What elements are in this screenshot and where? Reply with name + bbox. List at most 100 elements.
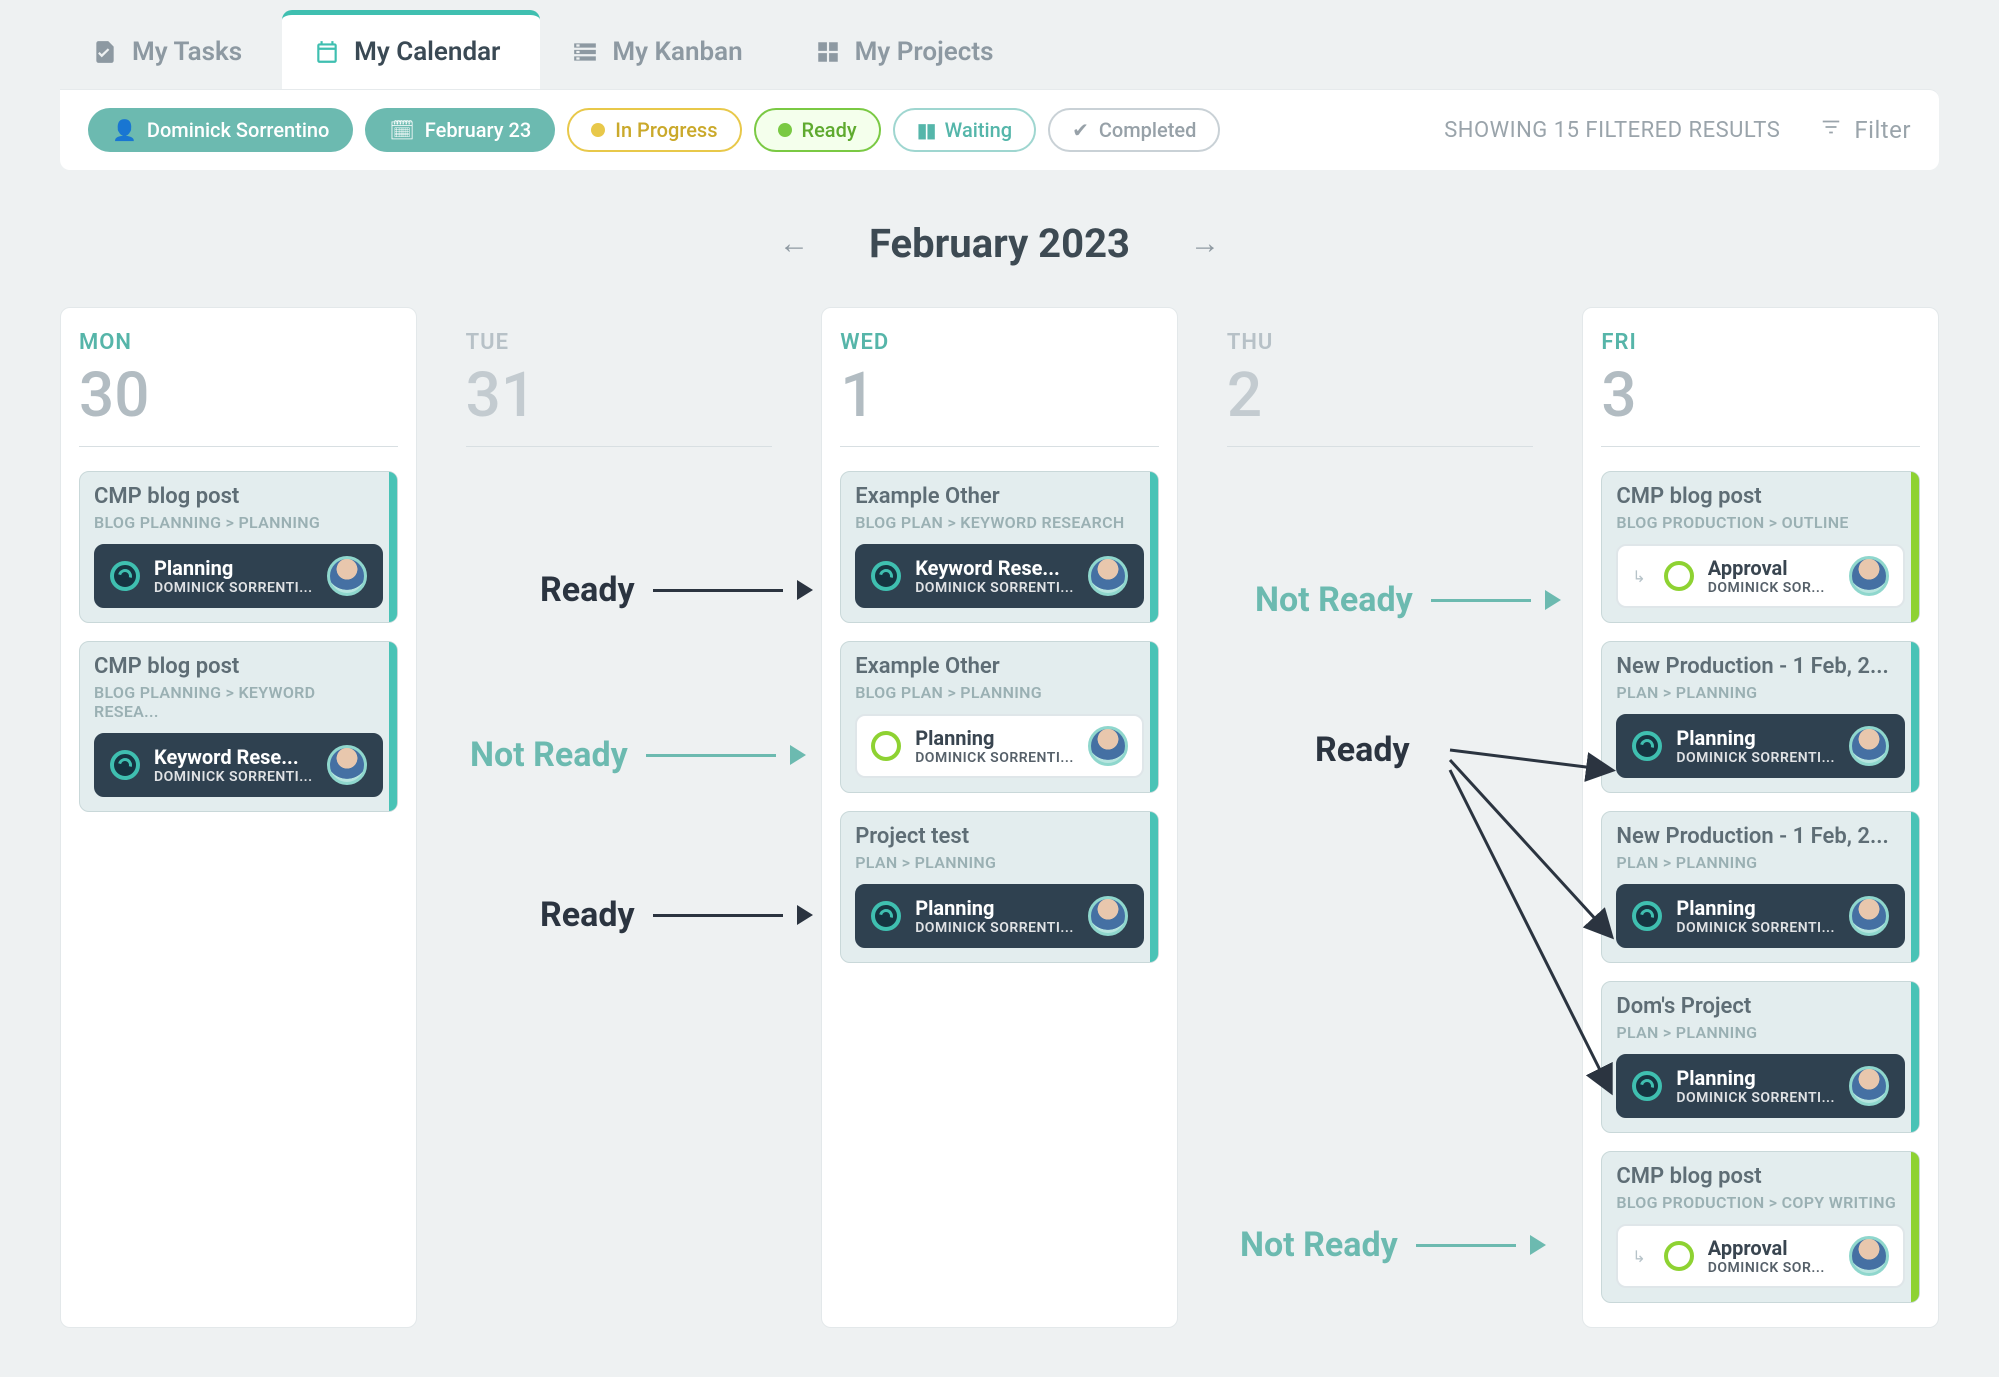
card-breadcrumb: BLOG PLAN > KEYWORD RESEARCH — [855, 513, 1144, 532]
task-card[interactable]: Example Other BLOG PLAN > KEYWORD RESEAR… — [840, 471, 1159, 623]
in-progress-icon — [1632, 731, 1662, 761]
avatar — [1849, 1066, 1889, 1106]
dow-label: WED — [840, 330, 1159, 355]
task-card[interactable]: CMP blog post BLOG PLANNING > KEYWORD RE… — [79, 641, 398, 812]
filter-chip-ready[interactable]: Ready — [754, 108, 881, 152]
filter-chip-date[interactable]: 🗓 February 23 — [365, 108, 555, 152]
task-card[interactable]: CMP blog post BLOG PLANNING > PLANNING P… — [79, 471, 398, 623]
dow-label: TUE — [466, 330, 773, 355]
calendar-small-icon: 🗓 — [389, 118, 414, 142]
day-number: 30 — [79, 359, 398, 432]
results-summary: SHOWING 15 FILTERED RESULTS — [1444, 118, 1780, 143]
task-pill[interactable]: Planning DOMINICK SORRENTI... — [855, 714, 1144, 778]
avatar — [327, 745, 367, 785]
person-icon: 👤 — [112, 118, 137, 142]
card-stripe — [389, 642, 397, 811]
task-pill[interactable]: ↳ Approval DOMINICK SOR... — [1616, 1224, 1905, 1288]
task-owner: DOMINICK SOR... — [1708, 580, 1835, 596]
status-dot-icon — [778, 123, 792, 137]
card-breadcrumb: PLAN > PLANNING — [1616, 683, 1905, 702]
task-card[interactable]: Example Other BLOG PLAN > PLANNING Plann… — [840, 641, 1159, 793]
avatar — [1088, 726, 1128, 766]
card-title: CMP blog post — [94, 484, 383, 509]
filter-chip-waiting[interactable]: ▮▮ Waiting — [893, 108, 1036, 152]
tab-label: My Tasks — [132, 37, 242, 67]
card-breadcrumb: BLOG PRODUCTION > COPY WRITING — [1616, 1193, 1905, 1212]
card-breadcrumb: BLOG PLANNING > KEYWORD RESEA... — [94, 683, 383, 721]
task-owner: DOMINICK SORRENTI... — [154, 769, 313, 785]
subtask-arrow-icon: ↳ — [1632, 567, 1645, 586]
in-progress-icon — [110, 750, 140, 780]
task-name: Planning — [1676, 1066, 1835, 1090]
task-name: Planning — [915, 896, 1074, 920]
task-card[interactable]: New Production - 1 Feb, 2... PLAN > PLAN… — [1601, 641, 1920, 793]
tab-kanban[interactable]: My Kanban — [540, 10, 782, 89]
divider — [840, 446, 1159, 447]
tab-projects[interactable]: My Projects — [783, 10, 1034, 89]
task-card[interactable]: CMP blog post BLOG PRODUCTION > OUTLINE … — [1601, 471, 1920, 623]
filter-icon — [1820, 116, 1842, 144]
filter-chip-person[interactable]: 👤 Dominick Sorrentino — [88, 108, 353, 152]
task-pill[interactable]: Keyword Rese... DOMINICK SORRENTI... — [855, 544, 1144, 608]
avatar — [1849, 1236, 1889, 1276]
task-name: Keyword Rese... — [154, 745, 313, 769]
dow-label: MON — [79, 330, 398, 355]
in-progress-icon — [1632, 1071, 1662, 1101]
in-progress-icon — [1632, 901, 1662, 931]
card-breadcrumb: PLAN > PLANNING — [1616, 1023, 1905, 1042]
avatar — [1849, 556, 1889, 596]
in-progress-icon — [871, 561, 901, 591]
next-month-button[interactable]: → — [1180, 220, 1230, 267]
task-pill[interactable]: Planning DOMINICK SORRENTI... — [1616, 1054, 1905, 1118]
filter-button[interactable]: Filter — [1820, 116, 1911, 144]
waiting-icon — [871, 731, 901, 761]
pause-icon: ▮▮ — [917, 118, 935, 142]
chip-label: Completed — [1099, 118, 1197, 142]
task-owner: DOMINICK SORRENTI... — [154, 580, 313, 596]
card-stripe — [1150, 642, 1158, 792]
chip-label: Waiting — [945, 118, 1012, 142]
tab-label: My Calendar — [354, 37, 500, 67]
filter-chip-inprogress[interactable]: In Progress — [567, 108, 741, 152]
task-name: Planning — [1676, 896, 1835, 920]
task-card[interactable]: Dom's Project PLAN > PLANNING Planning D… — [1601, 981, 1920, 1133]
card-stripe — [389, 472, 397, 622]
divider — [1227, 446, 1534, 447]
tab-calendar[interactable]: My Calendar — [282, 10, 540, 89]
card-stripe — [1150, 812, 1158, 962]
day-number: 1 — [840, 359, 1159, 432]
task-owner: DOMINICK SORRENTI... — [915, 750, 1074, 766]
card-title: Example Other — [855, 654, 1144, 679]
chip-label: Dominick Sorrentino — [147, 118, 330, 142]
task-pill[interactable]: Planning DOMINICK SORRENTI... — [94, 544, 383, 608]
filter-chip-completed[interactable]: ✔ Completed — [1048, 108, 1220, 152]
task-card[interactable]: CMP blog post BLOG PRODUCTION > COPY WRI… — [1601, 1151, 1920, 1303]
subtask-arrow-icon: ↳ — [1632, 1247, 1645, 1266]
in-progress-icon — [871, 901, 901, 931]
tab-label: My Projects — [855, 37, 994, 67]
task-card[interactable]: New Production - 1 Feb, 2... PLAN > PLAN… — [1601, 811, 1920, 963]
day-column-fri: FRI 3 CMP blog post BLOG PRODUCTION > OU… — [1582, 307, 1939, 1328]
main-tabs: My Tasks My Calendar My Kanban My Projec… — [0, 0, 1999, 89]
card-stripe — [1911, 642, 1919, 792]
chip-label: February 23 — [425, 118, 531, 142]
task-owner: DOMINICK SORRENTI... — [1676, 750, 1835, 766]
avatar — [1849, 726, 1889, 766]
card-title: Example Other — [855, 484, 1144, 509]
prev-month-button[interactable]: ← — [769, 220, 819, 267]
avatar — [327, 556, 367, 596]
task-pill[interactable]: Keyword Rese... DOMINICK SORRENTI... — [94, 733, 383, 797]
task-owner: DOMINICK SORRENTI... — [1676, 920, 1835, 936]
task-pill[interactable]: Planning DOMINICK SORRENTI... — [1616, 714, 1905, 778]
task-pill[interactable]: ↳ Approval DOMINICK SOR... — [1616, 544, 1905, 608]
task-card[interactable]: Project test PLAN > PLANNING Planning DO… — [840, 811, 1159, 963]
check-circle-icon: ✔ — [1072, 118, 1089, 142]
kanban-icon — [572, 39, 598, 65]
tab-tasks[interactable]: My Tasks — [60, 10, 282, 89]
avatar — [1088, 896, 1128, 936]
task-pill[interactable]: Planning DOMINICK SORRENTI... — [855, 884, 1144, 948]
task-pill[interactable]: Planning DOMINICK SORRENTI... — [1616, 884, 1905, 948]
chip-label: In Progress — [615, 118, 717, 142]
projects-icon — [815, 39, 841, 65]
in-progress-icon — [110, 561, 140, 591]
